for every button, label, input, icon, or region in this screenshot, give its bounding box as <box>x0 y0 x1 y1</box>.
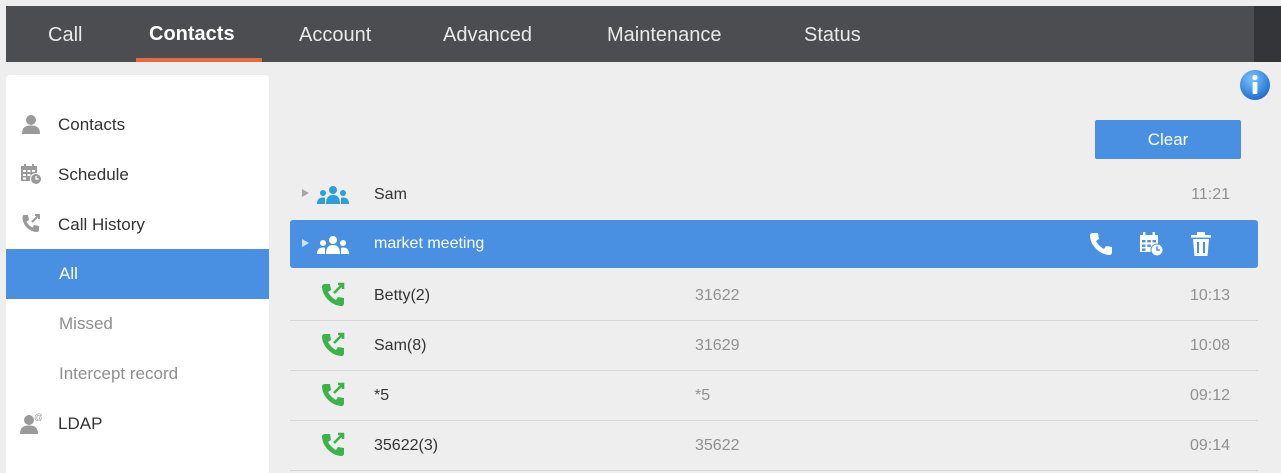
sidebar-item-schedule[interactable]: Schedule <box>6 150 269 200</box>
call-time: 10:08 <box>1189 337 1230 354</box>
nav-tab-status[interactable]: Status <box>804 24 861 47</box>
call-name: *5 <box>374 387 390 404</box>
expand-caret-icon[interactable] <box>302 189 309 197</box>
sidebar-item-contacts[interactable]: Contacts <box>6 100 269 150</box>
call-time: 09:14 <box>1189 437 1230 454</box>
schedule-icon[interactable] <box>1138 231 1164 257</box>
call-number: 31622 <box>695 287 740 304</box>
top-nav-bar: Call Contacts Account Advanced Maintenan… <box>6 6 1281 62</box>
nav-tab-maintenance[interactable]: Maintenance <box>607 24 722 47</box>
sidebar-item-label: LDAP <box>58 414 103 433</box>
call-number: *5 <box>695 387 711 404</box>
sidebar-item-label: Schedule <box>58 165 129 184</box>
delete-icon[interactable] <box>1188 231 1214 257</box>
sidebar: Contacts Schedule Call History All Misse… <box>6 75 269 473</box>
incoming-call-icon <box>322 382 345 406</box>
call-number: 35622 <box>695 437 740 454</box>
active-tab-underline <box>136 58 262 62</box>
sidebar-item-label: Contacts <box>58 115 126 134</box>
group-icon <box>317 186 349 204</box>
phone-arrows-icon <box>22 214 40 232</box>
person-icon <box>22 115 40 134</box>
call-time: 09:12 <box>1189 387 1230 404</box>
calendar-clock-icon <box>21 164 42 185</box>
call-icon[interactable] <box>1088 231 1114 257</box>
info-icon[interactable] <box>1239 69 1271 101</box>
sidebar-item-call-history[interactable]: Call History <box>6 200 269 250</box>
sidebar-item-label: Missed <box>59 314 113 333</box>
sidebar-item-label: Intercept record <box>59 364 179 383</box>
group-name: market meeting <box>374 235 485 252</box>
call-row[interactable]: Sam(8) 31629 10:08 <box>290 320 1258 371</box>
incoming-call-icon <box>322 282 345 306</box>
call-time: 11:21 <box>1191 186 1230 203</box>
group-row[interactable]: Sam 11:21 <box>290 170 1258 221</box>
svg-text:@: @ <box>34 412 42 422</box>
nav-tab-contacts[interactable]: Contacts <box>149 23 235 46</box>
nav-tab-call[interactable]: Call <box>48 24 82 47</box>
call-name: 35622(3) <box>374 437 439 454</box>
call-name: Betty(2) <box>374 287 431 304</box>
nav-tab-advanced[interactable]: Advanced <box>443 24 532 47</box>
sidebar-item-label: All <box>59 264 78 283</box>
nav-tab-account[interactable]: Account <box>299 24 371 47</box>
call-number: 31629 <box>695 337 740 354</box>
sidebar-subitem-missed[interactable]: Missed <box>6 299 269 349</box>
call-row[interactable]: *5 *5 09:12 <box>290 370 1258 421</box>
sidebar-item-label: Call History <box>58 215 145 234</box>
group-name: Sam <box>374 186 407 203</box>
call-row[interactable]: Betty(2) 31622 10:13 <box>290 270 1258 321</box>
expand-caret-icon[interactable] <box>302 239 309 247</box>
person-at-icon: @ <box>20 412 42 434</box>
sidebar-subitem-intercept-record[interactable]: Intercept record <box>6 349 269 399</box>
sidebar-item-ldap[interactable]: @ LDAP <box>6 399 269 449</box>
call-name: Sam(8) <box>374 337 427 354</box>
clear-button[interactable]: Clear <box>1095 120 1241 159</box>
group-row[interactable]: market meeting <box>290 220 1258 268</box>
incoming-call-icon <box>322 432 345 456</box>
call-time: 10:13 <box>1189 287 1230 304</box>
sidebar-subitem-all[interactable]: All <box>6 249 269 299</box>
group-icon <box>317 236 349 254</box>
call-row[interactable]: 35622(3) 35622 09:14 <box>290 420 1258 471</box>
incoming-call-icon <box>322 332 345 356</box>
